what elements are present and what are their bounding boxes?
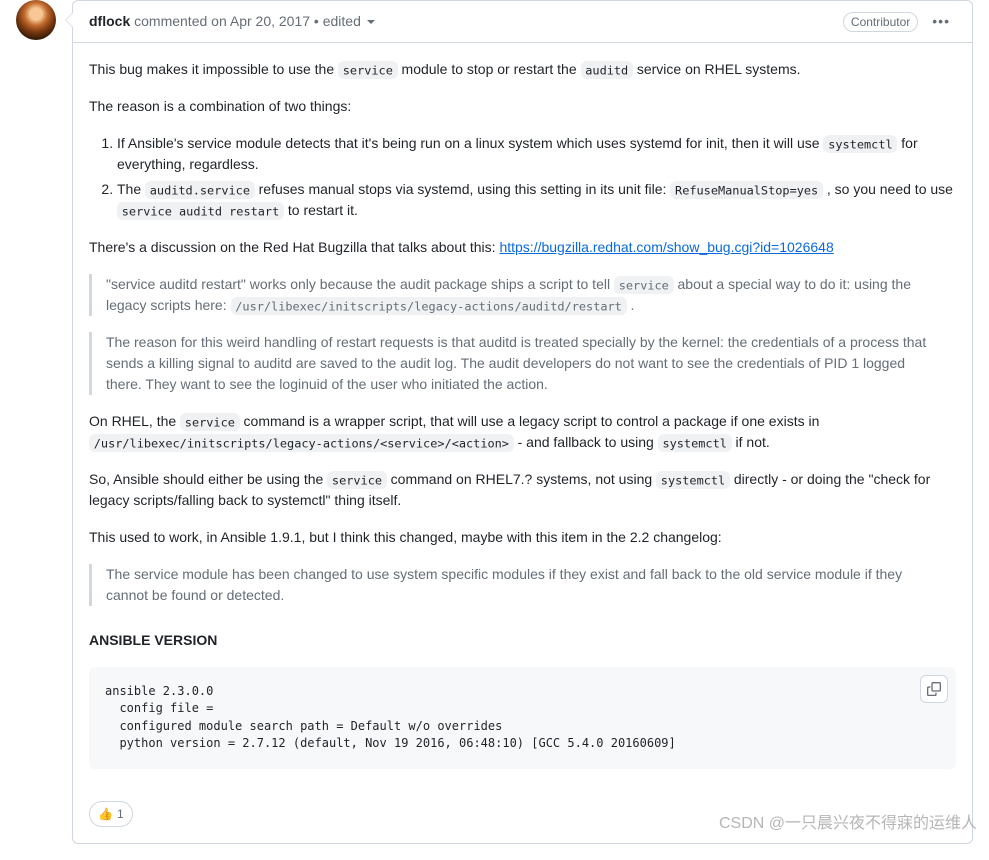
inline-code: service (180, 413, 240, 432)
section-heading-version: ANSIBLE VERSION (89, 630, 956, 651)
author-link[interactable]: dflock (89, 13, 130, 29)
comment-box: dflock commented on Apr 20, 2017 • edite… (72, 0, 973, 844)
inline-code: systemctl (656, 471, 730, 490)
comment-body: This bug makes it impossible to use the … (73, 43, 972, 801)
chevron-down-icon (367, 20, 375, 28)
inline-code: RefuseManualStop=yes (670, 181, 823, 200)
paragraph: On RHEL, the service command is a wrappe… (89, 411, 956, 453)
edited-label[interactable]: edited (323, 13, 375, 29)
inline-code: /usr/libexec/initscripts/legacy-actions/… (89, 434, 514, 453)
comment-header: dflock commented on Apr 20, 2017 • edite… (73, 1, 972, 43)
copy-button[interactable] (920, 675, 948, 703)
blockquote: "service auditd restart" works only beca… (89, 274, 956, 316)
reaction-count: 1 (117, 807, 124, 821)
paragraph: This used to work, in Ansible 1.9.1, but… (89, 527, 956, 548)
thumbsup-icon: 👍 (98, 807, 113, 821)
inline-code: service (614, 276, 674, 295)
bugzilla-link[interactable]: https://bugzilla.redhat.com/show_bug.cgi… (499, 239, 833, 255)
inline-code: auditd.service (145, 181, 255, 200)
commented-text: commented (130, 13, 211, 29)
list-item: If Ansible's service module detects that… (117, 133, 956, 175)
kebab-menu-icon[interactable]: ••• (926, 9, 956, 34)
paragraph: There's a discussion on the Red Hat Bugz… (89, 237, 956, 258)
contributor-badge: Contributor (843, 12, 918, 32)
inline-code: /usr/libexec/initscripts/legacy-actions/… (231, 297, 627, 316)
paragraph: This bug makes it impossible to use the … (89, 59, 956, 80)
reaction-thumbsup[interactable]: 👍 1 (89, 801, 133, 827)
paragraph: So, Ansible should either be using the s… (89, 469, 956, 511)
paragraph: The reason is a combination of two thing… (89, 96, 956, 117)
comment-meta: dflock commented on Apr 20, 2017 • edite… (89, 11, 843, 32)
inline-code: service (338, 61, 398, 80)
edited-sep: • (310, 13, 323, 29)
ordered-list: If Ansible's service module detects that… (89, 133, 956, 221)
comment-container: dflock commented on Apr 20, 2017 • edite… (0, 0, 989, 844)
code-block: ansible 2.3.0.0 config file = configured… (89, 667, 956, 769)
reactions-bar: 👍 1 (73, 801, 972, 843)
list-item: The auditd.service refuses manual stops … (117, 179, 956, 221)
inline-code: systemctl (823, 135, 897, 154)
blockquote: The service module has been changed to u… (89, 564, 956, 606)
inline-code: systemctl (658, 434, 732, 453)
inline-code: service (327, 471, 387, 490)
copy-icon (927, 682, 941, 696)
blockquote: The reason for this weird handling of re… (89, 332, 956, 395)
code-content: ansible 2.3.0.0 config file = configured… (105, 684, 676, 750)
inline-code: auditd (581, 61, 633, 80)
timestamp-link[interactable]: on Apr 20, 2017 (211, 13, 310, 29)
inline-code: service auditd restart (117, 202, 284, 221)
avatar[interactable] (16, 0, 56, 40)
